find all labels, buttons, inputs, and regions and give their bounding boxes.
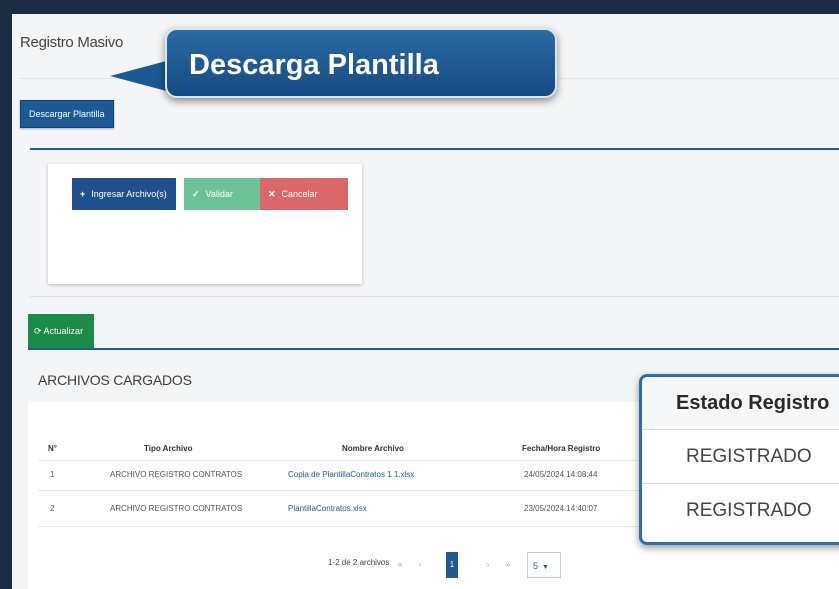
row2-nombre[interactable]: PlantillaContratos.xlsx bbox=[288, 504, 367, 513]
column-header-num: N° bbox=[48, 444, 57, 453]
row2-num: 2 bbox=[50, 504, 55, 513]
row1-num: 1 bbox=[50, 470, 55, 479]
pagination-next[interactable]: › bbox=[480, 552, 496, 578]
column-header-fecha: Fecha/Hora Registro bbox=[522, 444, 601, 453]
row1-fecha: 24/05/2024 14:08:44 bbox=[524, 470, 598, 479]
row-divider bbox=[38, 526, 668, 527]
download-template-button[interactable]: Descargar Plantilla bbox=[20, 100, 114, 128]
row1-nombre[interactable]: Copia de PlantillaContratos 1 1.xlsx bbox=[288, 470, 414, 479]
table-section-divider bbox=[28, 348, 839, 350]
cancelar-button[interactable]: ✕ Cancelar bbox=[260, 178, 348, 210]
refresh-icon: ⟳ bbox=[34, 326, 44, 336]
chevron-down-icon: ▼ bbox=[542, 564, 549, 571]
pagination-last[interactable]: » bbox=[500, 552, 516, 578]
estado-registro-callout: Estado Registro REGISTRADO REGISTRADO bbox=[639, 374, 839, 545]
page-size-value: 5 bbox=[533, 561, 539, 571]
column-header-nombre: Nombre Archivo bbox=[342, 444, 404, 453]
ingresar-label: Ingresar Archivo(s) bbox=[91, 189, 167, 199]
section-divider bbox=[30, 296, 839, 297]
upload-section-divider bbox=[30, 148, 839, 150]
page-title: Registro Masivo bbox=[20, 34, 124, 51]
estado-registro-header: Estado Registro bbox=[642, 377, 839, 429]
validar-button[interactable]: ✓ Validar bbox=[184, 178, 270, 210]
cancelar-label: Cancelar bbox=[281, 189, 318, 199]
pagination-first[interactable]: « bbox=[392, 552, 408, 578]
close-icon: ✕ bbox=[268, 189, 276, 199]
pagination-page-1[interactable]: 1 bbox=[446, 552, 458, 578]
row2-fecha: 23/05/2024 14:40:07 bbox=[524, 504, 598, 513]
tab-actualizar[interactable]: ⟳ Actualizar bbox=[28, 314, 94, 348]
check-icon: ✓ bbox=[192, 189, 200, 199]
plus-icon: + bbox=[80, 189, 86, 199]
column-header-tipo: Tipo Archivo bbox=[144, 444, 193, 453]
row1-tipo: ARCHIVO REGISTRO CONTRATOS bbox=[110, 470, 243, 479]
header-divider bbox=[38, 460, 668, 461]
estado-registro-value: REGISTRADO bbox=[642, 429, 839, 483]
row-divider bbox=[38, 490, 668, 491]
download-callout: Descarga Plantilla bbox=[165, 28, 557, 98]
pagination-info: 1-2 de 2 archivos bbox=[328, 558, 390, 567]
estado-registro-value: REGISTRADO bbox=[642, 483, 839, 537]
validar-label: Validar bbox=[205, 189, 233, 199]
row2-tipo: ARCHIVO REGISTRO CONTRATOS bbox=[110, 504, 243, 513]
pagination-prev[interactable]: ‹ bbox=[412, 552, 428, 578]
table-title: ARCHIVOS CARGADOS bbox=[38, 372, 192, 388]
ingresar-archivos-button[interactable]: + Ingresar Archivo(s) bbox=[72, 178, 176, 210]
tab-actualizar-label: Actualizar bbox=[43, 326, 84, 336]
callout-pointer bbox=[110, 60, 170, 92]
page-size-select[interactable]: 5 ▼ bbox=[527, 552, 561, 578]
